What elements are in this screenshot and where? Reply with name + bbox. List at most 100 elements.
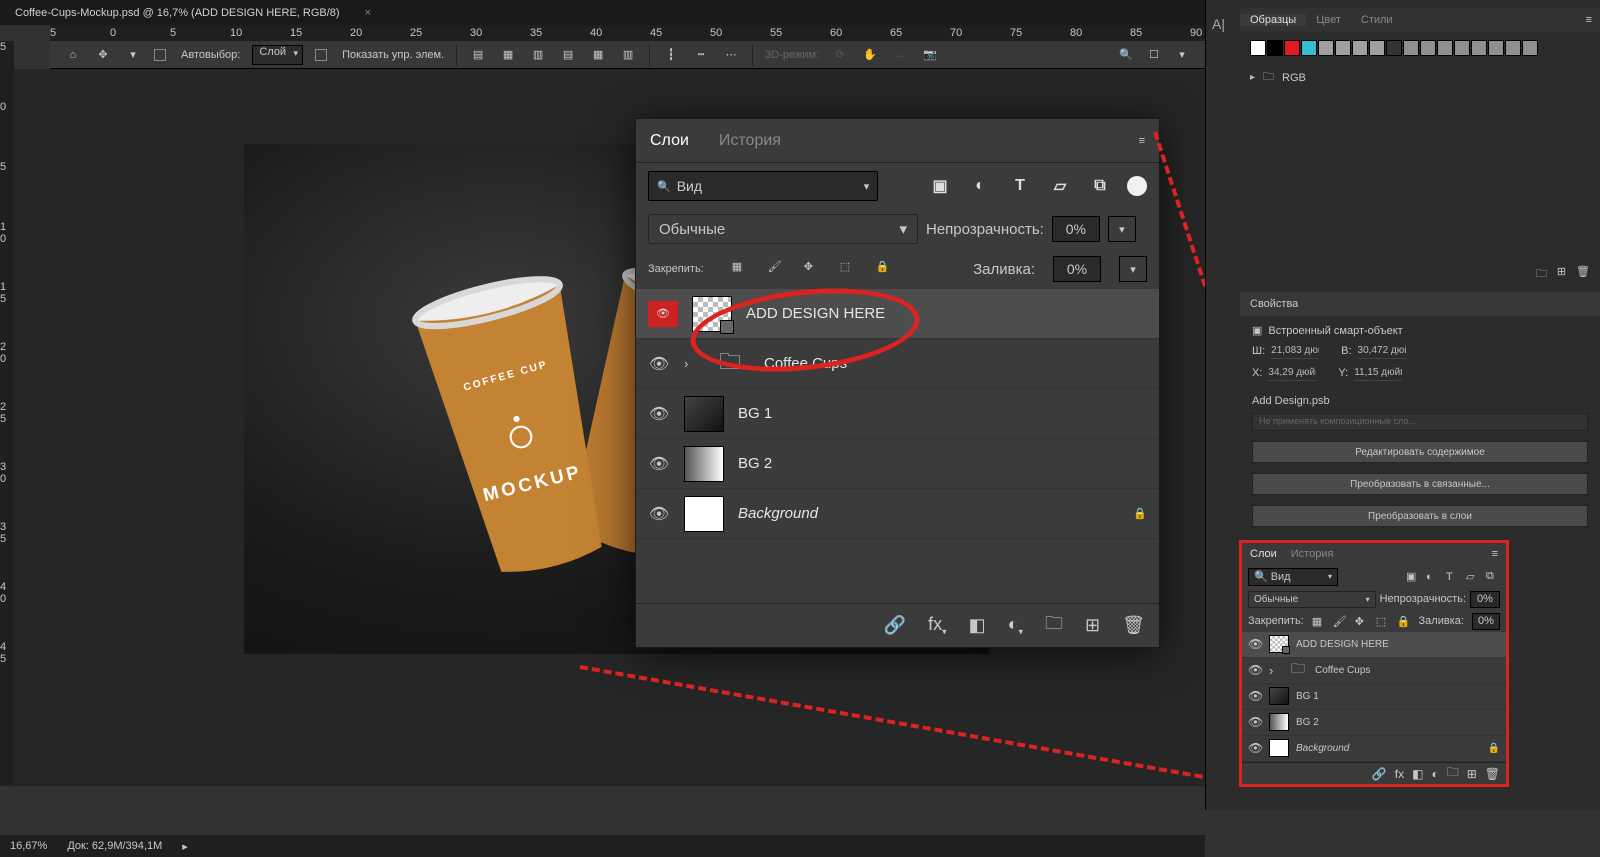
chevron-down-icon[interactable]: ▾ (124, 46, 142, 64)
adjustment-layer-icon[interactable]: ◐▾ (1008, 614, 1023, 638)
adjustment-layer-icon[interactable]: ◐ (1431, 767, 1438, 781)
group-icon[interactable]: 🗀 (1045, 611, 1063, 641)
swatch[interactable] (1301, 40, 1317, 56)
layer-thumbnail[interactable] (1269, 713, 1289, 731)
layer-filter-dropdown[interactable]: 🔍 (648, 171, 878, 201)
layer-name[interactable]: BG 1 (1296, 691, 1319, 702)
history-tab[interactable]: История (1291, 548, 1334, 560)
visibility-icon[interactable]: 👁 (648, 454, 670, 474)
new-swatch-icon[interactable]: ⊞ (1557, 265, 1566, 284)
swatches-tab[interactable]: Образцы (1240, 14, 1306, 26)
layer-style-icon[interactable]: fx▾ (928, 614, 947, 638)
layer-search-input[interactable] (677, 178, 858, 194)
layer-thumbnail[interactable] (684, 496, 724, 532)
convert-layers-button[interactable]: Преобразовать в слои (1252, 505, 1588, 527)
layer-type-dropdown[interactable]: Слой (252, 45, 303, 65)
layer-filter-dropdown[interactable]: 🔍Вид (1248, 568, 1338, 586)
layer-style-icon[interactable]: fx (1395, 767, 1404, 781)
new-swatch-folder-icon[interactable]: 🗀 (1536, 265, 1547, 284)
swatch[interactable] (1352, 40, 1368, 56)
swatch[interactable] (1505, 40, 1521, 56)
distribute-v-icon[interactable]: ┅ (692, 46, 710, 64)
blend-mode-dropdown[interactable]: Обычные (1248, 591, 1376, 608)
filter-text-icon[interactable]: T (1446, 571, 1460, 583)
lock-artboard-icon[interactable]: ⬚ (1376, 615, 1389, 628)
layer-thumbnail[interactable] (1269, 687, 1289, 705)
layer-name[interactable]: Background (1296, 743, 1349, 754)
swatch[interactable] (1318, 40, 1334, 56)
layer-name[interactable]: Background (738, 505, 818, 522)
layers-tab[interactable]: Слои (1250, 548, 1277, 560)
lock-transparency-icon[interactable]: ▦ (732, 260, 750, 278)
swatch[interactable] (1250, 40, 1266, 56)
swatch[interactable] (1454, 40, 1470, 56)
opacity-value[interactable]: 0% (1052, 216, 1100, 242)
filter-toggle[interactable] (1127, 176, 1147, 196)
lock-icon[interactable]: 🔒 (1488, 743, 1500, 754)
layer-thumbnail[interactable] (684, 446, 724, 482)
new-layer-icon[interactable]: ⊞ (1085, 615, 1100, 636)
visibility-icon[interactable]: 👁 (648, 504, 670, 524)
layer-name[interactable]: BG 2 (738, 455, 772, 472)
width-input[interactable] (1271, 343, 1319, 359)
layer-row[interactable]: 👁 ADD DESIGN HERE (636, 289, 1159, 339)
x-input[interactable] (1268, 365, 1316, 381)
filter-shape-icon[interactable]: ▱ (1466, 570, 1480, 583)
filter-pixel-icon[interactable]: ▣ (927, 173, 953, 199)
collapsed-panel-icon[interactable]: A| (1212, 16, 1225, 32)
align-bottom-icon[interactable]: ▥ (619, 46, 637, 64)
align-right-icon[interactable]: ▥ (529, 46, 547, 64)
swatch[interactable] (1284, 40, 1300, 56)
status-arrow-icon[interactable]: ▸ (182, 840, 188, 853)
composition-dropdown[interactable]: Не применять композиционные сло... (1252, 413, 1588, 431)
layer-name[interactable]: BG 1 (738, 405, 772, 422)
visibility-icon[interactable]: 👁 (648, 354, 670, 374)
lock-all-icon[interactable]: 🔒 (876, 260, 894, 278)
lock-position-icon[interactable]: ✥ (1355, 615, 1368, 628)
swatch[interactable] (1420, 40, 1436, 56)
align-top-icon[interactable]: ▤ (559, 46, 577, 64)
layer-thumbnail[interactable] (1269, 635, 1289, 653)
link-layers-icon[interactable]: 🔗 (1372, 767, 1387, 781)
layer-row[interactable]: 👁›🗀Coffee Cups (1242, 658, 1506, 684)
visibility-icon[interactable]: 👁 (1248, 637, 1262, 651)
lock-paint-icon[interactable]: 🖌 (768, 260, 786, 278)
layer-name[interactable]: BG 2 (1296, 717, 1319, 728)
rgb-folder[interactable]: 🗀 RGB (1240, 64, 1600, 91)
new-layer-icon[interactable]: ⊞ (1467, 767, 1477, 781)
filter-smart-icon[interactable]: ⧉ (1087, 173, 1113, 199)
trash-icon[interactable]: 🗑 (1485, 767, 1500, 781)
edit-contents-button[interactable]: Редактировать содержимое (1252, 441, 1588, 463)
swatch[interactable] (1403, 40, 1419, 56)
panel-menu-icon[interactable]: ≡ (1492, 548, 1498, 560)
layer-row[interactable]: 👁›🗀Coffee Cups (636, 339, 1159, 389)
filter-adjust-icon[interactable]: ◐ (1426, 571, 1440, 583)
layer-row[interactable]: 👁 ADD DESIGN HERE (1242, 632, 1506, 658)
visibility-icon[interactable]: 👁 (1248, 663, 1262, 677)
layer-row[interactable]: 👁BG 1 (636, 389, 1159, 439)
layer-mask-icon[interactable]: ◧ (1412, 767, 1423, 781)
home-icon[interactable]: ⌂ (64, 46, 82, 64)
align-left-icon[interactable]: ▤ (469, 46, 487, 64)
convert-linked-button[interactable]: Преобразовать в связанные... (1252, 473, 1588, 495)
search-icon[interactable]: 🔍 (1117, 46, 1135, 64)
move-tool-icon[interactable]: ✥ (94, 46, 112, 64)
delete-swatch-icon[interactable]: 🗑 (1576, 265, 1590, 284)
blend-mode-dropdown[interactable]: Обычные (648, 214, 918, 244)
zoom-level[interactable]: 16,67% (10, 840, 47, 852)
layer-name[interactable]: ADD DESIGN HERE (1296, 639, 1389, 650)
lock-transparency-icon[interactable]: ▦ (1312, 615, 1325, 628)
show-transform-checkbox[interactable] (315, 49, 327, 61)
swatch[interactable] (1267, 40, 1283, 56)
swatch[interactable] (1437, 40, 1453, 56)
panel-menu-icon[interactable]: ≡ (1139, 135, 1145, 147)
visibility-icon[interactable]: 👁 (648, 301, 678, 327)
filter-text-icon[interactable]: T (1007, 173, 1033, 199)
layer-name[interactable]: ADD DESIGN HERE (746, 305, 885, 322)
filter-pixel-icon[interactable]: ▣ (1406, 570, 1420, 583)
history-tab[interactable]: История (719, 132, 781, 150)
swatch[interactable] (1471, 40, 1487, 56)
align-center-v-icon[interactable]: ▦ (589, 46, 607, 64)
lock-icon[interactable]: 🔒 (1133, 507, 1147, 520)
layer-row[interactable]: 👁 Background 🔒 (636, 489, 1159, 539)
